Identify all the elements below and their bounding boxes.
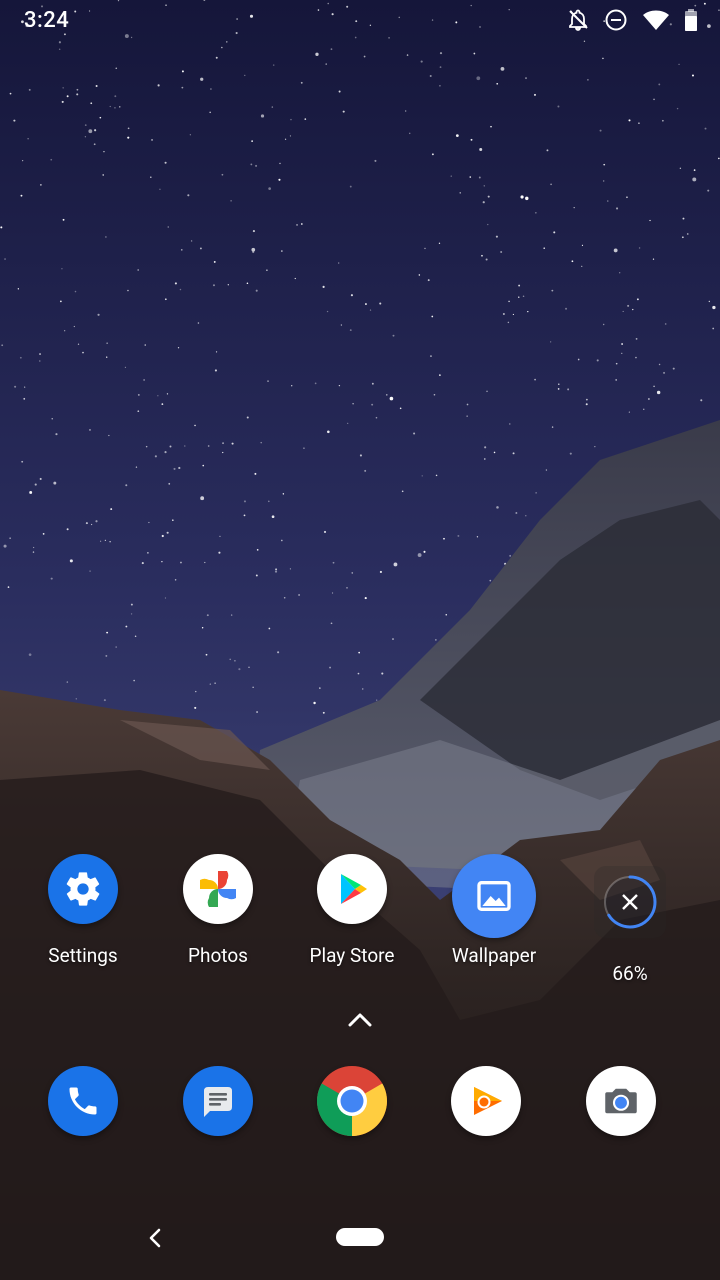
play-store-icon	[317, 854, 387, 924]
status-time: 3:24	[24, 8, 70, 33]
app-photos[interactable]: Photos	[153, 854, 283, 967]
app-label: Settings	[48, 944, 118, 967]
messages-icon	[183, 1066, 253, 1136]
do-not-disturb-icon	[605, 9, 627, 31]
wallpaper-icon	[452, 854, 536, 938]
chrome-icon	[317, 1066, 387, 1136]
settings-icon	[48, 854, 118, 924]
install-progress-label: 66%	[612, 962, 648, 985]
home-pill-icon[interactable]	[336, 1228, 384, 1246]
dock-camera[interactable]	[556, 1066, 686, 1136]
app-wallpaper[interactable]: Wallpaper	[429, 854, 559, 967]
chevron-up-icon[interactable]	[346, 1008, 374, 1032]
cancel-install-icon[interactable]	[620, 892, 640, 912]
battery-icon	[685, 9, 697, 31]
dock-messages[interactable]	[153, 1066, 283, 1136]
status-icons	[566, 8, 698, 32]
wifi-icon	[643, 10, 669, 30]
camera-icon	[586, 1066, 656, 1136]
dock-chrome[interactable]	[287, 1066, 417, 1136]
back-chevron-icon[interactable]	[144, 1226, 166, 1250]
phone-icon	[48, 1066, 118, 1136]
app-play-store[interactable]: Play Store	[287, 854, 417, 967]
photos-pinwheel-icon	[183, 854, 253, 924]
dock-phone[interactable]	[18, 1066, 148, 1136]
dock-play-music[interactable]	[421, 1066, 551, 1136]
play-music-icon	[451, 1066, 521, 1136]
notifications-off-icon	[569, 9, 588, 31]
installing-app[interactable]	[594, 866, 666, 938]
app-settings[interactable]: Settings	[18, 854, 148, 967]
app-label: Play Store	[309, 944, 395, 967]
app-label: Photos	[188, 944, 248, 967]
app-label: Wallpaper	[451, 944, 537, 967]
